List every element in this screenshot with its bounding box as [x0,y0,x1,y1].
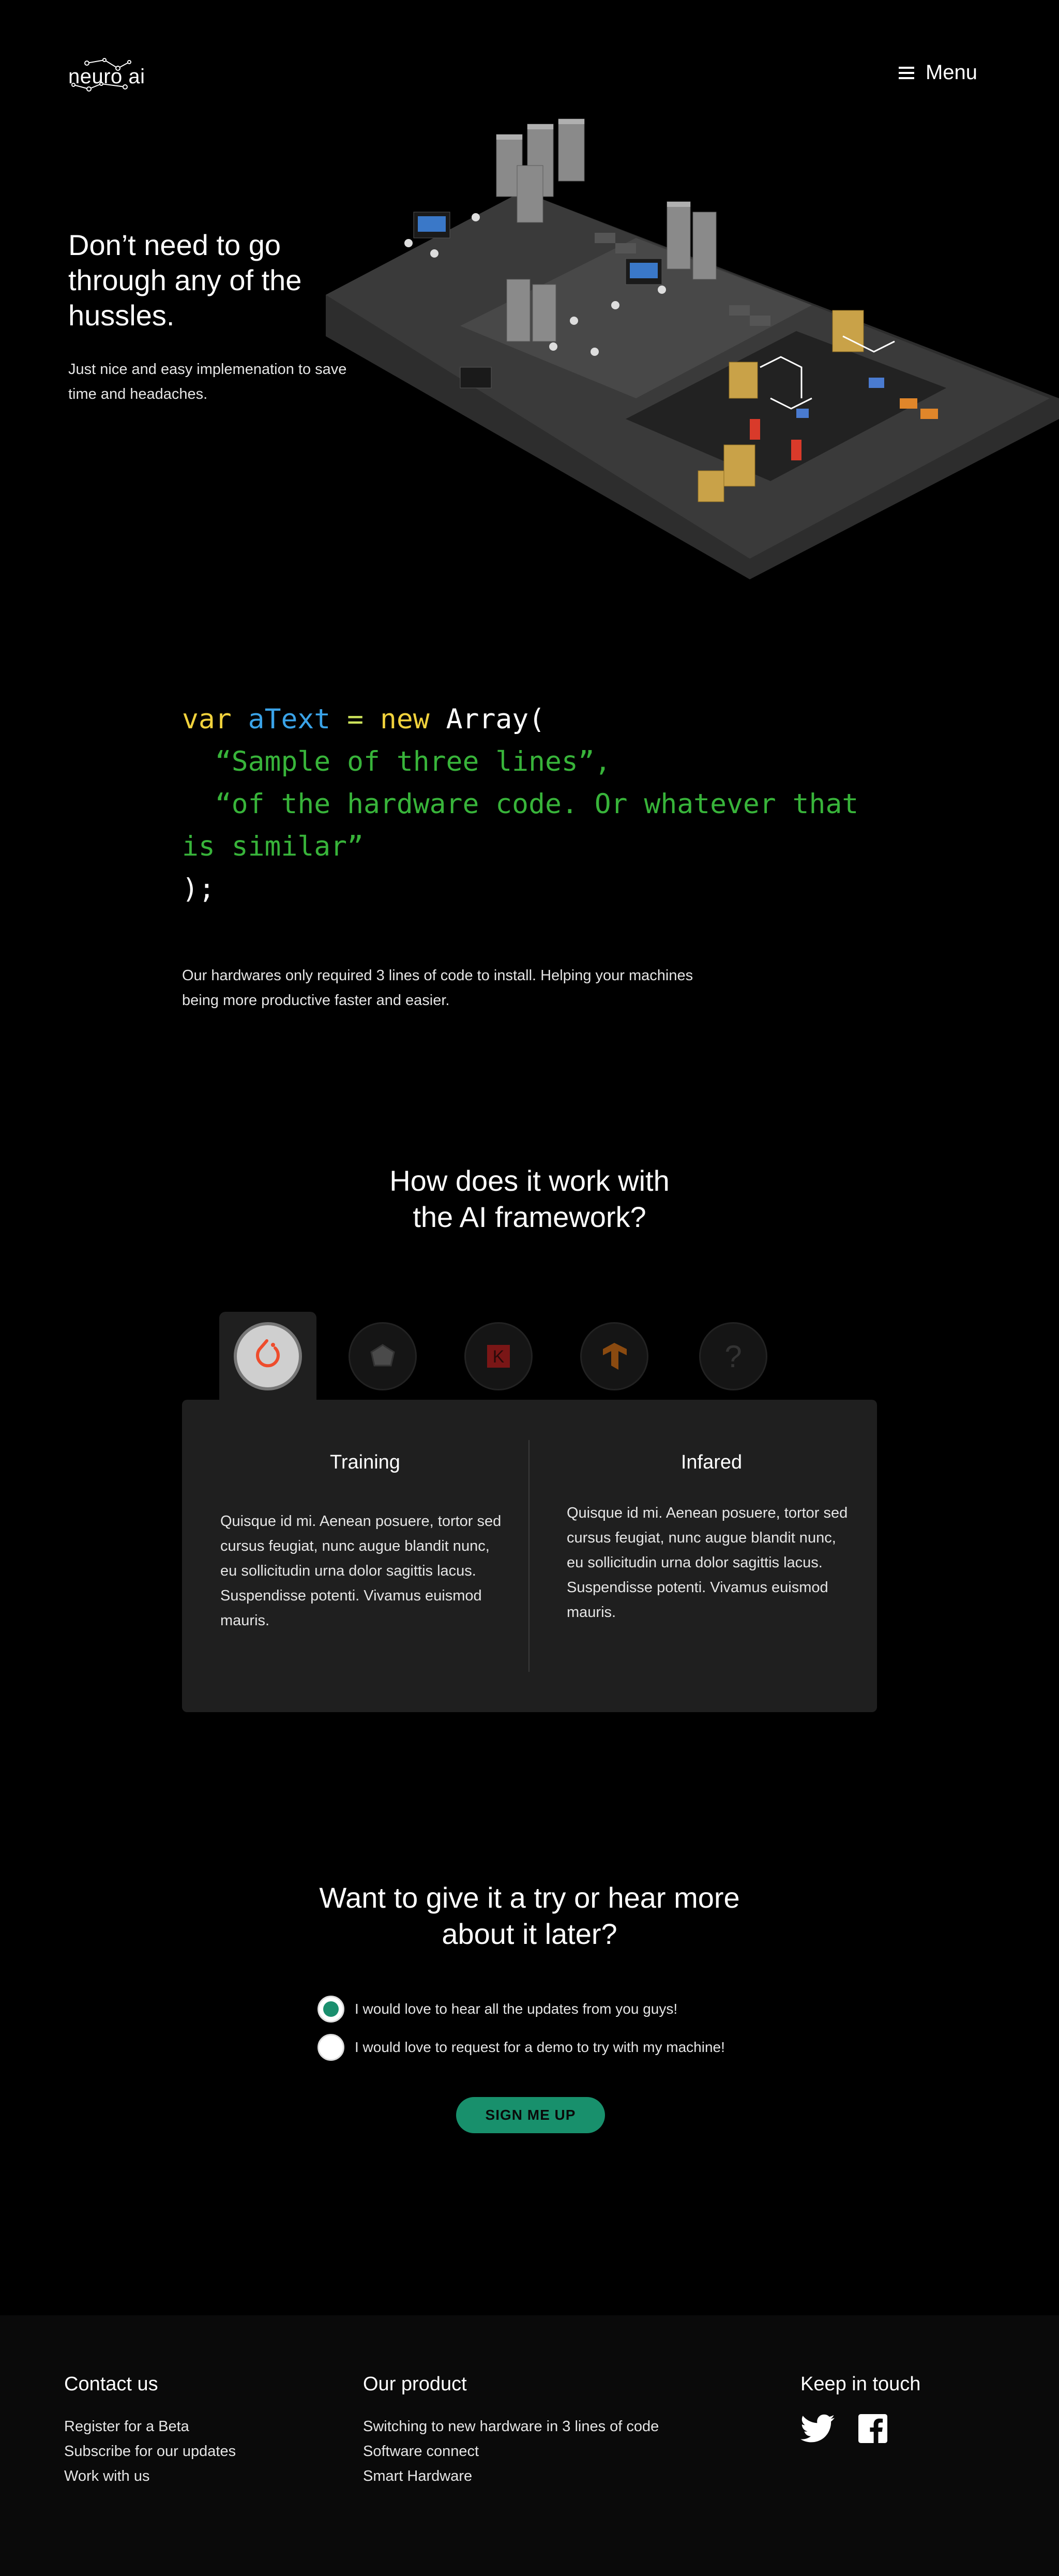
tensorflow-icon [603,1343,627,1370]
framework-tabs: K ? [219,1312,840,1400]
code-keyword-new: new [380,703,430,735]
tab-keras[interactable]: K [450,1312,547,1400]
footer: Contact us Register for a Beta Subscribe… [0,2315,1059,2576]
link-register-beta[interactable]: Register for a Beta [64,2414,236,2439]
radio-updates[interactable] [317,1996,344,2023]
link-subscribe-updates[interactable]: Subscribe for our updates [64,2439,236,2464]
code-operator: = [347,703,364,735]
how-section-title: How does it work with the AI framework? [0,1163,1059,1235]
social-links [800,2414,920,2443]
framework-panel: Training Quisque id mi. Aenean posuere, … [182,1400,877,1712]
code-class: Array( [446,703,546,735]
tab-pytorch[interactable] [219,1312,316,1400]
code-sample: var aText = new Array( “Sample of three … [182,698,885,910]
link-switching-hardware[interactable]: Switching to new hardware in 3 lines of … [363,2414,659,2439]
footer-social: Keep in touch [800,2373,920,2443]
training-column: Training Quisque id mi. Aenean posuere, … [220,1451,510,1633]
question-mark-icon: ? [724,1339,742,1374]
footer-product: Our product Switching to new hardware in… [363,2373,659,2489]
sign-me-up-button[interactable]: SIGN ME UP [456,2097,605,2133]
twitter-link[interactable] [800,2414,835,2443]
facebook-link[interactable] [858,2414,887,2443]
logo-text: neuro ai [68,65,145,88]
how-title-line-2: the AI framework? [413,1201,646,1233]
how-title-line-1: How does it work with [389,1164,670,1197]
signup-title-line-2: about it later? [442,1918,617,1950]
option-demo[interactable]: I would love to request for a demo to tr… [317,2034,725,2061]
code-description: Our hardwares only required 3 lines of c… [182,967,693,1009]
hamburger-icon [898,66,914,79]
code-variable: aText [248,703,331,735]
infared-body: Quisque id mi. Aenean posuere, tortor se… [567,1505,848,1621]
twitter-icon [800,2414,835,2443]
infared-title: Infared [680,1451,743,1473]
panel-divider [528,1440,530,1672]
logo[interactable]: neuro ai [68,58,146,95]
tab-unknown[interactable]: ? [685,1312,782,1400]
svg-text:K: K [493,1347,505,1367]
isometric-office-illustration [326,118,1059,579]
infared-column: Infared Quisque id mi. Aenean posuere, t… [567,1451,856,1625]
radio-demo[interactable] [317,2034,344,2061]
menu-button[interactable]: Menu [898,61,977,84]
footer-social-heading: Keep in touch [800,2373,921,2395]
link-software-connect[interactable]: Software connect [363,2439,659,2464]
keras-icon: K [487,1345,510,1368]
option-updates-label: I would love to hear all the updates fro… [355,2001,678,2017]
facebook-icon [858,2414,887,2443]
link-smart-hardware[interactable]: Smart Hardware [363,2464,659,2489]
code-string-1: “Sample of three lines”, [182,746,611,777]
training-title: Training [330,1451,400,1473]
training-body: Quisque id mi. Aenean posuere, tortor se… [220,1513,502,1629]
menu-label: Menu [925,61,977,84]
footer-product-heading: Our product [363,2373,467,2395]
footer-contact-heading: Contact us [64,2373,158,2395]
code-keyword-var: var [182,703,232,735]
code-string-2: “of the hardware code. Or whatever that … [182,788,875,862]
option-demo-label: I would love to request for a demo to tr… [355,2039,725,2055]
pytorch-icon [256,1339,280,1368]
option-updates[interactable]: I would love to hear all the updates fro… [317,1996,677,2023]
link-work-with-us[interactable]: Work with us [64,2464,236,2489]
signup-title: Want to give it a try or hear more about… [0,1880,1059,1952]
onnx-icon [370,1344,395,1367]
tab-tensorflow[interactable] [566,1312,663,1400]
tab-onnx[interactable] [334,1312,431,1400]
signup-title-line-1: Want to give it a try or hear more [319,1881,740,1914]
footer-contact: Contact us Register for a Beta Subscribe… [64,2373,236,2489]
code-close: ); [182,873,215,905]
